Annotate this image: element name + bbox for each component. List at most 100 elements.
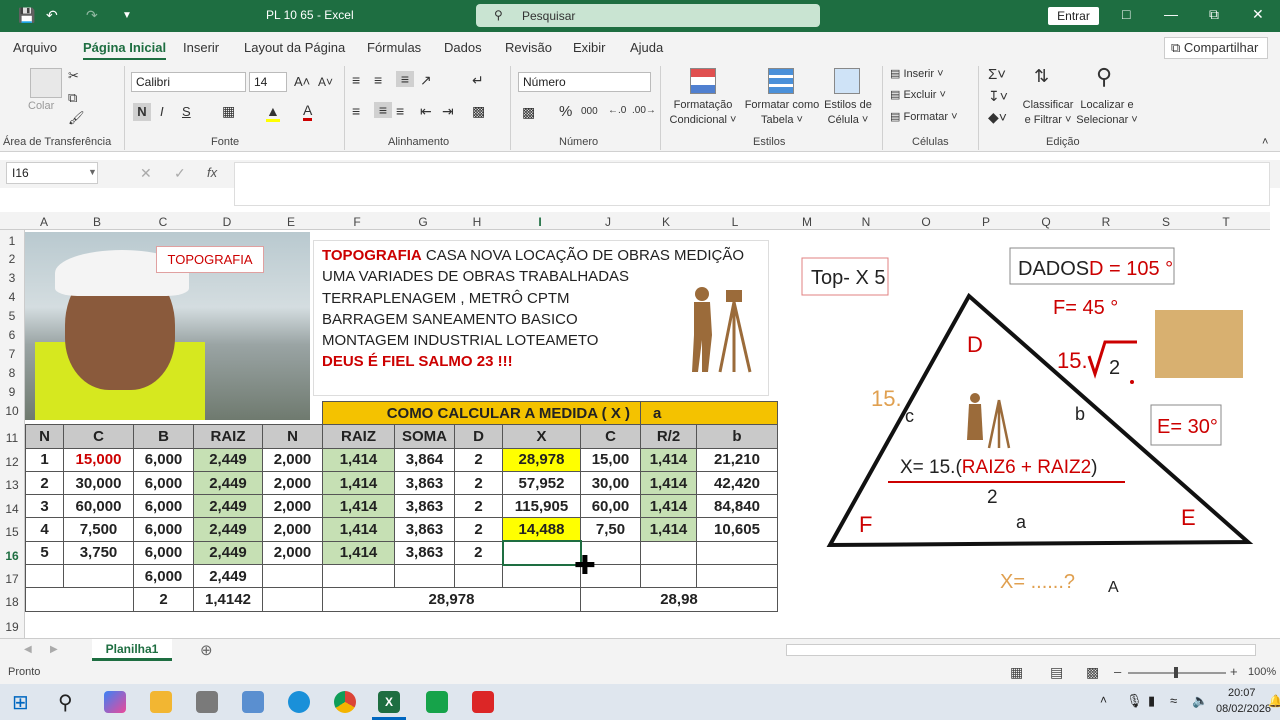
row-header[interactable]: 19	[0, 620, 24, 634]
increase-decimal-icon[interactable]: ←.0	[608, 105, 626, 116]
cell[interactable]: 57,952	[502, 470, 581, 496]
column-header[interactable]: S	[1156, 215, 1176, 229]
cell[interactable]: 60,00	[580, 494, 641, 519]
cell[interactable]: 1,414	[640, 470, 697, 496]
table-title-a[interactable]: a	[640, 400, 778, 426]
customize-qa-icon[interactable]: ▼	[122, 10, 132, 21]
align-center-icon[interactable]: ≡	[374, 102, 392, 118]
cell[interactable]: 30,00	[580, 470, 641, 496]
comma-style-icon[interactable]: 000	[581, 106, 598, 117]
blank-cell[interactable]	[26, 402, 323, 425]
cell[interactable]: 28,978	[322, 587, 581, 612]
cell[interactable]: 7,50	[580, 517, 641, 542]
zoom-level[interactable]: 100%	[1248, 666, 1276, 678]
cell[interactable]: 3,863	[394, 517, 455, 542]
cell[interactable]: 3,864	[394, 447, 455, 472]
cell[interactable]: 2	[454, 470, 503, 496]
undo-icon[interactable]: ↶	[46, 7, 58, 24]
cell[interactable]: 28,978	[502, 447, 581, 472]
tab-exibir[interactable]: Exibir	[573, 40, 606, 55]
tab-inserir[interactable]: Inserir	[183, 40, 219, 55]
bold-button[interactable]: N	[133, 103, 151, 121]
name-box-dropdown-icon[interactable]: ▼	[88, 167, 97, 177]
cell[interactable]: 10,605	[696, 517, 778, 542]
add-sheet-icon[interactable]: ⊕	[200, 641, 213, 659]
column-header[interactable]: F	[347, 215, 367, 229]
cell[interactable]: 1,414	[640, 517, 697, 542]
cell[interactable]: 21,210	[696, 447, 778, 472]
row-header[interactable]: 18	[0, 595, 24, 609]
cell-styles-button[interactable]: Estilos de Célula ˅	[822, 98, 874, 128]
insert-cells-button[interactable]: ▤ Inserir ˅	[890, 67, 944, 80]
align-top-icon[interactable]: ≡	[352, 72, 360, 88]
tab-dados[interactable]: Dados	[444, 40, 482, 55]
ribbon-display-icon[interactable]: □	[1122, 6, 1130, 22]
maximize-icon[interactable]: ⧉	[1209, 6, 1219, 23]
cell[interactable]: 14,488	[502, 517, 581, 542]
column-header[interactable]: Q	[1036, 215, 1056, 229]
shrink-font-icon[interactable]: A˅	[318, 75, 333, 89]
currency-icon[interactable]: ▩	[522, 104, 535, 121]
cell[interactable]: 6,000	[133, 540, 194, 566]
search-box[interactable]: ⚲ Pesquisar	[476, 4, 820, 27]
row-header[interactable]: 13	[0, 478, 24, 492]
column-header[interactable]: H	[467, 215, 487, 229]
cell[interactable]: 1,414	[322, 540, 395, 566]
battery-icon[interactable]: ▮	[1148, 693, 1155, 709]
cell[interactable]: 2,449	[193, 470, 263, 496]
cell[interactable]: 30,000	[63, 470, 134, 496]
row-header[interactable]: 17	[0, 572, 24, 586]
cell[interactable]	[25, 564, 64, 589]
row-header[interactable]: 1	[0, 234, 24, 248]
cell[interactable]	[262, 587, 323, 612]
column-heading[interactable]: X	[502, 424, 581, 449]
column-header[interactable]: K	[656, 215, 676, 229]
row-header[interactable]: 9	[0, 385, 24, 399]
column-header[interactable]: N	[856, 215, 876, 229]
cell[interactable]: 1,4142	[193, 587, 263, 612]
column-header[interactable]: B	[87, 215, 107, 229]
cell[interactable]: 1,414	[322, 470, 395, 496]
table-title[interactable]: COMO CALCULAR A MEDIDA ( X )	[322, 400, 641, 426]
decrease-decimal-icon[interactable]: .00→	[632, 105, 656, 116]
align-bottom-icon[interactable]: ≡	[396, 71, 414, 87]
orientation-icon[interactable]: ↗	[420, 72, 432, 89]
cell[interactable]: 115,905	[502, 494, 581, 519]
column-heading[interactable]: D	[454, 424, 503, 449]
borders-icon[interactable]: ▦	[222, 103, 235, 120]
enter-icon[interactable]: ✓	[174, 165, 186, 182]
cell[interactable]: 2	[25, 470, 64, 496]
cell[interactable]: 28,98	[580, 587, 778, 612]
column-heading[interactable]: RAIZ	[322, 424, 395, 449]
zoom-thumb[interactable]	[1174, 667, 1178, 678]
tab-pagina-inicial[interactable]: Página Inicial	[83, 40, 167, 61]
edge-icon[interactable]	[288, 691, 310, 713]
cell[interactable]	[454, 564, 503, 589]
redo-icon[interactable]: ↷	[86, 7, 98, 24]
cell[interactable]: 2	[454, 447, 503, 472]
find-icon[interactable]: ⚲	[1096, 64, 1112, 90]
zoom-in-icon[interactable]: +	[1230, 664, 1238, 679]
fill-icon[interactable]: ↧˅	[988, 88, 1008, 105]
row-header[interactable]: 10	[0, 404, 24, 418]
cell[interactable]: 2,000	[262, 470, 323, 496]
column-header[interactable]: D	[217, 215, 237, 229]
wrap-text-icon[interactable]: ↵	[472, 72, 484, 89]
cell[interactable]: 6,000	[133, 564, 194, 589]
cell[interactable]: 2,000	[262, 447, 323, 472]
cell[interactable]: 2	[454, 517, 503, 542]
cell[interactable]: 2,000	[262, 517, 323, 542]
row-header[interactable]: 5	[0, 309, 24, 323]
cell[interactable]	[696, 540, 778, 566]
row-header[interactable]: 3	[0, 271, 24, 285]
mic-icon[interactable]: 🎙	[1126, 693, 1143, 709]
cell[interactable]: 6,000	[133, 447, 194, 472]
app-red-icon[interactable]	[472, 691, 494, 713]
format-painter-icon[interactable]: 🖌	[68, 110, 85, 126]
cell[interactable]	[25, 587, 134, 612]
cell[interactable]: 2	[454, 540, 503, 566]
percent-icon[interactable]: %	[559, 103, 572, 120]
column-header[interactable]: R	[1096, 215, 1116, 229]
zoom-out-icon[interactable]: –	[1114, 664, 1121, 679]
column-heading[interactable]: B	[133, 424, 194, 449]
